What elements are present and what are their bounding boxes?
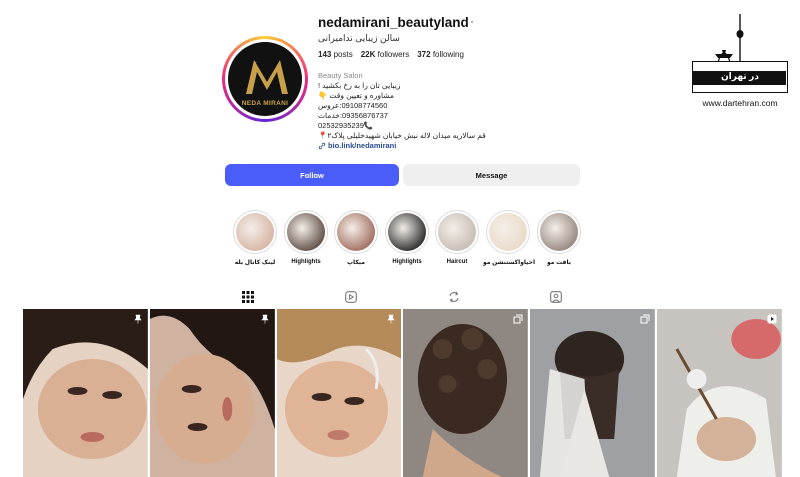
following-stat[interactable]: 372 following [417, 50, 464, 59]
bio-line: مشاوره و تعیین وقت 👇 [318, 91, 394, 100]
post-photo [276, 309, 402, 477]
watermark-url: www.dartehran.com [702, 98, 778, 108]
highlight-label: Highlights [392, 259, 422, 265]
highlight-item[interactable]: میکاپ [331, 210, 381, 266]
highlight-label: Highlights [291, 259, 321, 265]
carousel-icon [513, 314, 523, 324]
post-photo [149, 309, 275, 477]
post-tile[interactable] [149, 309, 275, 477]
highlight-label: میکاپ [347, 260, 365, 266]
posts-grid [23, 309, 782, 477]
highlight-cover [337, 213, 375, 251]
highlight-item[interactable]: Haircut [432, 210, 482, 265]
more-options-icon[interactable]: ··· [460, 14, 475, 28]
highlight-label: لینک کانال بله [234, 260, 276, 266]
salon-logo-icon [246, 60, 288, 94]
post-tile[interactable] [530, 309, 656, 477]
reel-icon [767, 314, 777, 324]
message-button[interactable]: Message [403, 164, 580, 186]
profile-category: Beauty Salon [318, 71, 363, 80]
posts-stat: 143 posts [318, 50, 353, 59]
profile-full-name: سالن زیبایی ندامیرانی [318, 33, 400, 43]
bio-line: 09108774560:عروس [318, 101, 388, 110]
highlight-cover [287, 213, 325, 251]
highlight-item[interactable]: بافت مو [534, 210, 584, 266]
post-tile[interactable] [403, 309, 529, 477]
reposts-icon[interactable] [448, 291, 460, 303]
profile-bio: زیبایی تان را به رخ بکشید ! مشاوره و تعی… [318, 81, 498, 141]
link-icon [318, 142, 326, 149]
bio-line: قم سالاریه میدان لاله نبش خیابان شهیدخلی… [318, 131, 486, 140]
milad-tower-logo [715, 14, 744, 62]
post-tile[interactable] [657, 309, 782, 477]
reels-icon[interactable] [345, 291, 357, 303]
watermark-brand: در تهران [721, 71, 759, 81]
tagged-icon[interactable] [550, 291, 562, 303]
follow-button[interactable]: Follow [225, 164, 399, 186]
post-photo [23, 309, 148, 477]
profile-username: nedamirani_beautyland [318, 15, 469, 30]
highlight-label: بافت مو [547, 260, 571, 266]
profile-link-text[interactable]: bio.link/nedamirani [328, 141, 396, 150]
post-tile[interactable] [23, 309, 148, 477]
bio-line: زیبایی تان را به رخ بکشید ! [318, 81, 401, 90]
pin-icon [134, 314, 142, 324]
pin-icon [387, 314, 396, 324]
followers-stat[interactable]: 22K followers [361, 50, 410, 59]
highlight-label: Haircut [446, 259, 468, 265]
story-highlights: لینک کانال بله Highlights میکاپ Highligh… [230, 210, 585, 272]
profile-avatar-ring[interactable]: NEDA MIRANI [222, 36, 308, 122]
pin-icon [261, 314, 269, 324]
post-photo [657, 309, 782, 477]
highlight-cover [489, 213, 527, 251]
highlight-item[interactable]: Highlights [281, 210, 331, 265]
highlight-cover [438, 213, 476, 251]
highlight-item[interactable]: Highlights [382, 210, 432, 265]
avatar: NEDA MIRANI [228, 42, 302, 116]
grid-icon[interactable] [242, 291, 254, 303]
highlight-item[interactable]: احیاواکستنشن مو [483, 210, 536, 266]
avatar-text: NEDA MIRANI [241, 100, 289, 107]
bio-line: 02532935239📞 [318, 121, 374, 130]
highlight-cover [540, 213, 578, 251]
highlight-cover [236, 213, 274, 251]
post-photo [403, 309, 529, 477]
bio-line: 09356876737:خدمات [318, 111, 388, 120]
post-photo [530, 309, 656, 477]
carousel-icon [640, 314, 650, 324]
profile-stats: 143 posts 22K followers 372 following [318, 50, 464, 59]
highlight-item[interactable]: لینک کانال بله [230, 210, 280, 266]
highlight-cover [388, 213, 426, 251]
post-tile[interactable] [276, 309, 402, 477]
highlight-label: احیاواکستنشن مو [483, 260, 536, 266]
profile-link[interactable]: bio.link/nedamirani [318, 141, 396, 150]
